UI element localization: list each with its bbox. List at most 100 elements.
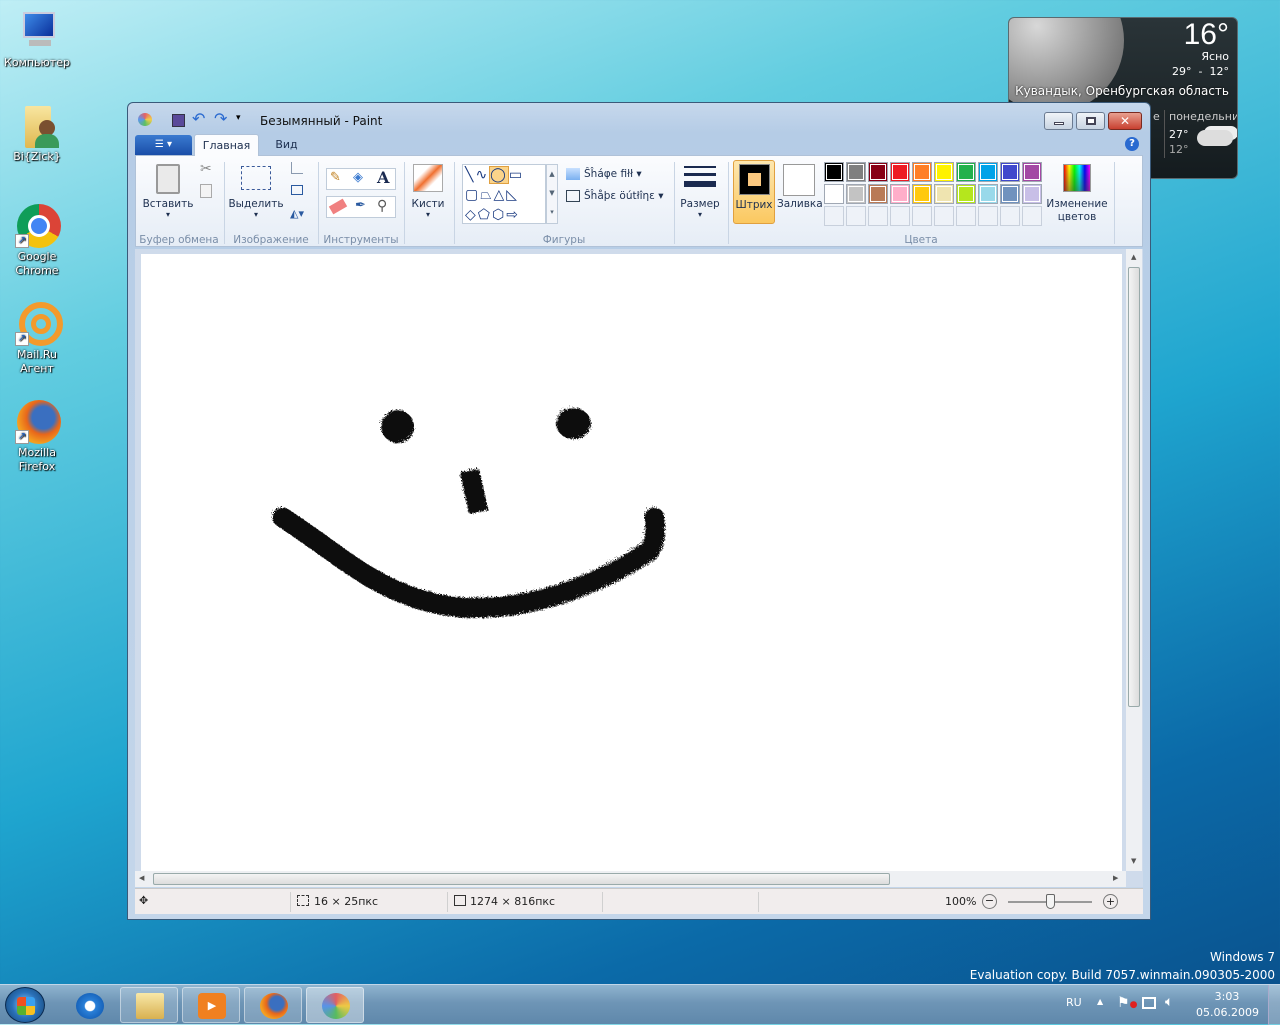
paste-button[interactable]: Вставить ▾ [140, 160, 196, 224]
resize-icon[interactable] [291, 185, 303, 195]
taskbar-paint[interactable] [306, 987, 364, 1023]
shape-fill-button[interactable]: Ŝĥáφe fiłł ▾ [566, 168, 642, 180]
color-picker-icon[interactable]: ✒ [355, 198, 366, 213]
fill-bucket-icon[interactable]: ◈ [353, 170, 363, 185]
size-button[interactable]: Размер ▾ [678, 160, 722, 224]
line-shape-icon[interactable]: ╲ [465, 167, 475, 183]
oval-shape-icon[interactable]: ◯ [489, 166, 509, 184]
help-icon[interactable]: ? [1125, 137, 1139, 151]
network-icon[interactable] [1142, 997, 1156, 1009]
save-icon[interactable] [172, 114, 185, 127]
show-hidden-icons-button[interactable]: ▲ [1097, 997, 1103, 1006]
drawing-canvas[interactable] [141, 254, 1122, 871]
taskbar-explorer[interactable] [120, 987, 178, 1023]
rectangle-shape-icon[interactable]: ▭ [509, 167, 524, 183]
palette-color-swatch[interactable] [824, 184, 844, 204]
show-desktop-button[interactable] [1268, 985, 1280, 1025]
palette-color-swatch[interactable] [956, 184, 976, 204]
language-indicator[interactable]: RU [1066, 996, 1082, 1009]
maximize-button[interactable] [1076, 112, 1105, 130]
palette-color-swatch[interactable] [1000, 184, 1020, 204]
rounded-rect-shape-icon[interactable]: ▢ [465, 187, 480, 203]
desktop-icon-user-folder[interactable]: Bi{Zick} [2, 104, 72, 164]
palette-color-swatch[interactable] [846, 162, 866, 182]
pencil-icon[interactable]: ✎ [330, 170, 341, 185]
palette-color-swatch[interactable] [1000, 162, 1020, 182]
start-button[interactable] [5, 987, 45, 1023]
hexagon-shape-icon[interactable]: ⬡ [492, 207, 506, 223]
zoom-slider-thumb[interactable] [1046, 894, 1055, 909]
shapes-scroll[interactable]: ▲ ▼ ▾ [546, 164, 558, 224]
palette-empty-slot[interactable] [890, 206, 910, 226]
palette-empty-slot[interactable] [1000, 206, 1020, 226]
palette-color-swatch[interactable] [912, 184, 932, 204]
palette-color-swatch[interactable] [890, 162, 910, 182]
minimize-button[interactable] [1044, 112, 1073, 130]
palette-color-swatch[interactable] [846, 184, 866, 204]
horizontal-scrollbar[interactable]: ◀ ▶ [135, 871, 1126, 887]
horizontal-scroll-thumb[interactable] [153, 873, 890, 885]
palette-color-swatch[interactable] [824, 162, 844, 182]
desktop-icon-computer[interactable]: Компьютер [2, 10, 72, 70]
taskbar-internet-explorer[interactable] [60, 987, 118, 1023]
color1-button[interactable]: Штрих [733, 160, 775, 224]
right-triangle-shape-icon[interactable]: ◺ [506, 187, 519, 203]
paint-app-icon[interactable] [138, 113, 152, 126]
triangle-shape-icon[interactable]: △ [493, 187, 506, 203]
magnifier-icon[interactable]: ⚲ [377, 198, 387, 214]
paint-window[interactable]: ↶ ↷ ▾ Безымянный - Paint ✕ ☰ ▾ Главная В… [127, 102, 1151, 920]
palette-empty-slot[interactable] [956, 206, 976, 226]
zoom-out-button[interactable]: − [982, 894, 997, 909]
tab-view[interactable]: Вид [264, 134, 309, 156]
quick-access-dropdown-icon[interactable]: ▾ [236, 113, 241, 123]
desktop-icon-chrome[interactable]: ↗ Google Chrome [2, 204, 72, 278]
palette-color-swatch[interactable] [956, 162, 976, 182]
redo-icon[interactable]: ↷ [214, 109, 227, 128]
copy-icon[interactable] [200, 184, 212, 198]
close-button[interactable]: ✕ [1108, 112, 1142, 130]
volume-icon[interactable]: 🔈︎ [1165, 994, 1173, 1010]
palette-empty-slot[interactable] [978, 206, 998, 226]
brushes-button[interactable]: Кисти ▾ [408, 160, 448, 224]
diamond-shape-icon[interactable]: ◇ [465, 207, 478, 223]
text-icon[interactable]: A [377, 168, 389, 187]
palette-color-swatch[interactable] [978, 162, 998, 182]
tab-home[interactable]: Главная [194, 134, 259, 156]
palette-color-swatch[interactable] [912, 162, 932, 182]
palette-color-swatch[interactable] [868, 184, 888, 204]
pentagon-shape-icon[interactable]: ⬠ [478, 207, 492, 223]
vertical-scroll-thumb[interactable] [1128, 267, 1140, 707]
select-button[interactable]: Выделить ▾ [228, 160, 284, 224]
shapes-gallery[interactable]: ╲∿◯▭ ▢⏢△◺ ◇⬠⬡⇨ [462, 164, 546, 224]
desktop-icon-mailru-agent[interactable]: ↗ Mail.Ru Агент [2, 302, 72, 376]
undo-icon[interactable]: ↶ [192, 109, 205, 128]
clock[interactable]: 3:03 05.06.2009 [1196, 989, 1259, 1021]
palette-color-swatch[interactable] [1022, 162, 1042, 182]
zoom-in-button[interactable]: + [1103, 894, 1118, 909]
polygon-shape-icon[interactable]: ⏢ [480, 187, 493, 203]
palette-empty-slot[interactable] [824, 206, 844, 226]
action-center-flag-icon[interactable]: ⚑● [1117, 995, 1137, 1011]
palette-color-swatch[interactable] [868, 162, 888, 182]
palette-color-swatch[interactable] [890, 184, 910, 204]
rotate-icon[interactable]: ◭▾ [290, 207, 304, 220]
desktop-icon-firefox[interactable]: ↗ Mozilla Firefox [2, 400, 72, 474]
taskbar-firefox[interactable] [244, 987, 302, 1023]
arrow-shape-icon[interactable]: ⇨ [506, 207, 520, 223]
palette-empty-slot[interactable] [912, 206, 932, 226]
palette-color-swatch[interactable] [978, 184, 998, 204]
crop-icon[interactable] [291, 162, 303, 174]
curve-shape-icon[interactable]: ∿ [475, 167, 489, 183]
paint-menu-button[interactable]: ☰ ▾ [135, 135, 192, 155]
shape-outline-button[interactable]: Ŝĥåþε öútłîηε ▾ [566, 190, 663, 202]
vertical-scrollbar[interactable]: ▲ ▼ [1126, 249, 1142, 871]
taskbar-media-player[interactable]: ▶ [182, 987, 240, 1023]
palette-empty-slot[interactable] [868, 206, 888, 226]
palette-color-swatch[interactable] [934, 184, 954, 204]
palette-empty-slot[interactable] [934, 206, 954, 226]
palette-color-swatch[interactable] [934, 162, 954, 182]
color2-button[interactable]: Заливка [777, 160, 823, 224]
edit-colors-button[interactable]: Изменение цветов [1042, 160, 1112, 224]
palette-empty-slot[interactable] [846, 206, 866, 226]
palette-color-swatch[interactable] [1022, 184, 1042, 204]
